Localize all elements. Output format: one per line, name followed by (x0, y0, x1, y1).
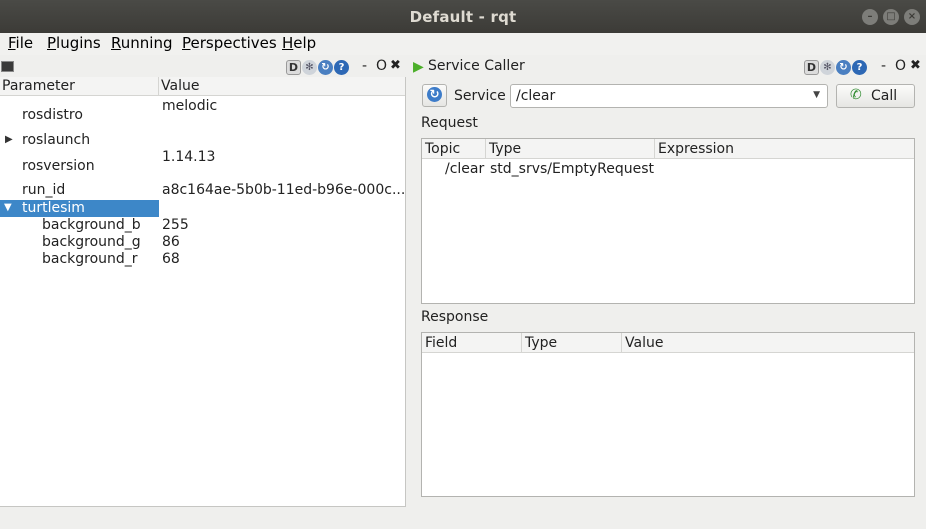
column-divider (621, 333, 622, 353)
call-button-label: Call (871, 88, 898, 104)
expand-arrow-icon[interactable]: ▶ (5, 134, 13, 145)
minimize-icon[interactable]: – (862, 9, 878, 25)
maximize-icon[interactable]: □ (883, 9, 899, 25)
param-dock-bar: D ✻ ↻ ? - O ✖ (0, 58, 406, 77)
reload-icon[interactable]: ↻ (836, 60, 851, 75)
help-icon[interactable]: ? (852, 60, 867, 75)
param-value[interactable]: 1.14.13 (162, 149, 215, 165)
d-icon[interactable]: D (286, 60, 301, 75)
float-dock-icon[interactable]: O (895, 58, 906, 74)
d-icon[interactable]: D (804, 60, 819, 75)
service-caller-title: Service Caller (428, 58, 525, 74)
param-tree-header: Parameter Value (0, 77, 405, 96)
menu-plugins[interactable]: Plugins (47, 34, 101, 52)
menu-perspectives[interactable]: Perspectives (182, 34, 277, 52)
param-name[interactable]: turtlesim (22, 200, 85, 216)
param-name[interactable]: background_g (42, 234, 141, 250)
close-icon[interactable]: × (904, 9, 920, 25)
close-dock-icon[interactable]: ✖ (390, 58, 401, 73)
chevron-down-icon: ▼ (813, 90, 820, 100)
float-dock-icon[interactable]: O (376, 58, 387, 74)
param-name[interactable]: rosdistro (22, 107, 83, 123)
response-header-value[interactable]: Value (625, 335, 663, 351)
param-value[interactable]: melodic (162, 98, 217, 114)
response-label: Response (421, 309, 489, 325)
gear-icon[interactable]: ✻ (302, 60, 317, 75)
response-table: Field Type Value (421, 332, 915, 497)
param-value[interactable]: a8c164ae-5b0b-11ed-b96e-000c... (162, 182, 405, 198)
reload-icon[interactable]: ↻ (318, 60, 333, 75)
response-table-header: Field Type Value (422, 333, 914, 353)
column-divider (654, 139, 655, 159)
service-caller-panel: ↻ Service /clear ▼ ✆ Call Request Topic … (412, 77, 926, 507)
table-row[interactable]: /clear std_srvs/EmptyRequest (422, 160, 914, 178)
gear-icon[interactable]: ✻ (820, 60, 835, 75)
service-caller-dock-bar: ▶ Service Caller D ✻ ↻ ? - O ✖ (412, 58, 926, 77)
refresh-services-button[interactable]: ↻ (422, 84, 447, 107)
param-value[interactable]: 255 (162, 217, 189, 233)
menu-help[interactable]: Help (282, 34, 316, 52)
menu-file[interactable]: File (8, 34, 33, 52)
param-name[interactable]: run_id (22, 182, 65, 198)
header-divider (158, 77, 159, 96)
request-header-topic[interactable]: Topic (425, 141, 460, 157)
refresh-icon: ↻ (427, 87, 442, 102)
help-icon[interactable]: ? (334, 60, 349, 75)
menu-running[interactable]: Running (111, 34, 172, 52)
close-dock-icon[interactable]: ✖ (910, 58, 921, 73)
minimize-dock-icon[interactable]: - (881, 58, 886, 74)
request-header-expression[interactable]: Expression (658, 141, 734, 157)
request-topic-cell: /clear (445, 161, 485, 177)
response-header-type[interactable]: Type (525, 335, 557, 351)
request-header-type[interactable]: Type (489, 141, 521, 157)
collapse-arrow-icon[interactable]: ▼ (4, 202, 12, 213)
request-label: Request (421, 115, 478, 131)
response-header-field[interactable]: Field (425, 335, 457, 351)
status-bar (0, 507, 926, 529)
request-type-cell: std_srvs/EmptyRequest (490, 161, 655, 177)
play-icon: ▶ (413, 59, 424, 75)
phone-icon: ✆ (850, 87, 862, 103)
service-select[interactable]: /clear ▼ (510, 84, 828, 108)
param-value[interactable]: 68 (162, 251, 180, 267)
minimize-dock-icon[interactable]: - (362, 58, 367, 74)
menu-bar: File Plugins Running Perspectives Help (0, 33, 926, 55)
request-table-header: Topic Type Expression (422, 139, 914, 159)
call-button[interactable]: ✆ Call (836, 84, 915, 108)
service-select-value: /clear (516, 88, 556, 104)
title-bar: Default - rqt – □ × (0, 0, 926, 33)
column-divider (521, 333, 522, 353)
param-name[interactable]: background_r (42, 251, 138, 267)
param-tree: Parameter Value rosdistro melodic ▶ rosl… (0, 77, 406, 507)
param-value[interactable]: 86 (162, 234, 180, 250)
header-value[interactable]: Value (161, 78, 199, 94)
panel-toggle-icon[interactable] (1, 61, 14, 72)
request-table: Topic Type Expression /clear std_srvs/Em… (421, 138, 915, 304)
window-title: Default - rqt (409, 8, 517, 26)
header-parameter[interactable]: Parameter (2, 78, 75, 94)
param-name[interactable]: background_b (42, 217, 141, 233)
service-label: Service (454, 88, 506, 104)
param-name[interactable]: rosversion (22, 158, 95, 174)
column-divider (485, 139, 486, 159)
param-name[interactable]: roslaunch (22, 132, 90, 148)
